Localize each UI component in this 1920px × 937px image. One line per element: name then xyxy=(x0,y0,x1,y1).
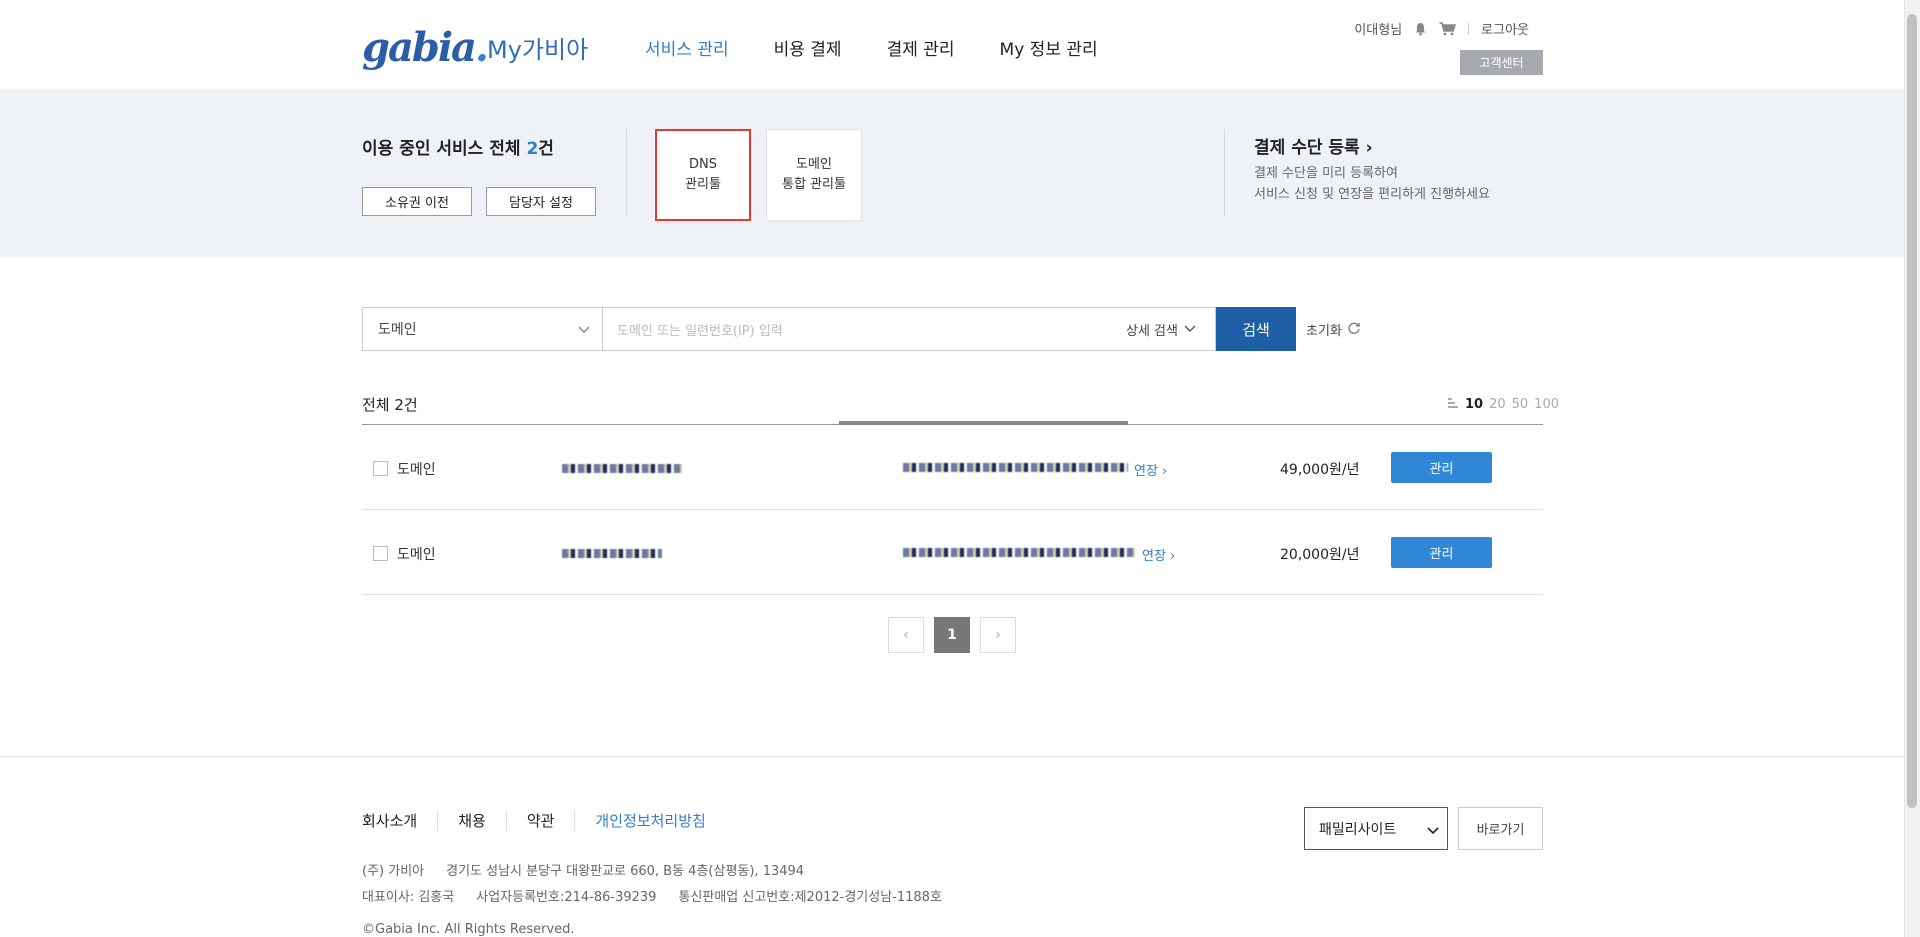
row-service-type: 도메인 xyxy=(397,462,436,478)
service-count-title: 이용 중인 서비스 전체 2건 xyxy=(362,139,554,159)
nav-billing[interactable]: 비용 결제 xyxy=(774,35,842,60)
footer-company-name: (주) 가비아 xyxy=(362,864,425,879)
page-size-50[interactable]: 50 xyxy=(1512,397,1529,412)
footer-business-number: 사업자등록번호:214-86-39239 xyxy=(476,890,657,905)
footer-ceo: 대표이사: 김홍국 xyxy=(362,890,455,905)
next-page-button[interactable]: › xyxy=(980,617,1016,653)
domain-name-redacted[interactable] xyxy=(562,464,682,473)
search-category-value: 도메인 xyxy=(378,322,417,338)
my-gabia-title[interactable]: My가비아 xyxy=(487,30,588,65)
payment-desc-line2: 서비스 신청 및 연장을 편리하게 진행하세요 xyxy=(1254,187,1490,202)
detail-search-toggle[interactable]: 상세 검색 xyxy=(1126,307,1196,351)
customer-center-button[interactable]: 고객센터 xyxy=(1460,50,1543,75)
footer-link-privacy[interactable]: 개인정보처리방침 xyxy=(574,810,725,831)
sort-lines-icon xyxy=(1447,397,1459,412)
nav-my-info[interactable]: My 정보 관리 xyxy=(1000,35,1098,60)
logout-link[interactable]: 로그아웃 xyxy=(1481,19,1529,38)
page-size-10[interactable]: 10 xyxy=(1465,397,1483,412)
domain-tool-card[interactable]: 도메인 통합 관리툴 xyxy=(766,129,862,221)
reset-label: 초기화 xyxy=(1306,324,1342,339)
cart-icon[interactable] xyxy=(1439,21,1457,36)
chevron-down-icon xyxy=(1427,823,1439,839)
footer-divider xyxy=(0,756,1904,757)
dns-tool-card[interactable]: DNS 관리툴 xyxy=(655,129,751,221)
domain-tool-line2: 통합 관리툴 xyxy=(782,177,846,192)
manage-button[interactable]: 관리 xyxy=(1391,452,1492,483)
scrollbar-thumb[interactable] xyxy=(1907,14,1917,808)
renew-link[interactable]: 연장 › xyxy=(1134,460,1167,479)
gabia-logo[interactable]: gabia. xyxy=(362,24,489,71)
site-header: gabia. My가비아 서비스 관리 비용 결제 결제 관리 My 정보 관리… xyxy=(0,0,1904,89)
dns-tool-line1: DNS xyxy=(689,157,717,172)
footer-links: 회사소개 채용 약관 개인정보처리방침 xyxy=(362,810,726,831)
domain-tool-line1: 도메인 xyxy=(796,157,832,172)
footer-link-terms[interactable]: 약관 xyxy=(505,810,575,831)
search-input[interactable]: 도메인 또는 일련번호(IP) 입력 xyxy=(602,307,1216,351)
nav-service-manage[interactable]: 서비스 관리 xyxy=(645,35,729,60)
ownership-transfer-button[interactable]: 소유권 이전 xyxy=(362,187,472,216)
manage-button[interactable]: 관리 xyxy=(1391,537,1492,568)
service-summary-band xyxy=(0,89,1904,257)
payment-description: 결제 수단을 미리 등록하여 서비스 신청 및 연장을 편리하게 진행하세요 xyxy=(1254,163,1490,205)
page-scrollbar[interactable] xyxy=(1904,0,1920,937)
search-category-select[interactable]: 도메인 xyxy=(362,307,602,351)
chevron-right-icon: › xyxy=(1365,138,1373,158)
pagination: ‹ 1 › xyxy=(888,617,1016,653)
copyright-text: ©Gabia Inc. All Rights Reserved. xyxy=(362,922,575,937)
row-divider xyxy=(362,594,1543,595)
expiry-info-redacted xyxy=(903,548,1135,557)
page-size-selector: 10 20 50 100 xyxy=(1447,397,1559,412)
search-placeholder: 도메인 또는 일련번호(IP) 입력 xyxy=(617,323,783,339)
row-checkbox[interactable] xyxy=(373,461,388,476)
family-site-select[interactable]: 패밀리사이트 xyxy=(1304,807,1448,850)
footer-sales-number: 통신판매업 신고번호:제2012-경기성남-1188호 xyxy=(678,890,942,905)
renew-link[interactable]: 연장 › xyxy=(1142,545,1175,564)
family-site-value: 패밀리사이트 xyxy=(1319,821,1397,838)
chevron-down-icon xyxy=(578,322,590,338)
header-util: 이대형님 로그아웃 xyxy=(1354,19,1529,38)
search-button[interactable]: 검색 xyxy=(1216,307,1296,351)
footer-address: 경기도 성남시 분당구 대왕판교로 660, B동 4층(삼평동), 13494 xyxy=(446,864,805,879)
row-price: 20,000원/년 xyxy=(1280,547,1360,563)
user-name[interactable]: 이대형님 xyxy=(1354,19,1402,38)
band-divider-right xyxy=(1224,129,1225,216)
prev-page-button[interactable]: ‹ xyxy=(888,617,924,653)
row-service-type: 도메인 xyxy=(397,547,436,563)
main-nav: 서비스 관리 비용 결제 결제 관리 My 정보 관리 xyxy=(645,35,1098,60)
expiry-info-redacted xyxy=(903,463,1128,472)
reset-button[interactable]: 초기화 xyxy=(1306,320,1361,339)
dns-tool-line2: 관리툴 xyxy=(685,177,721,192)
bell-icon[interactable] xyxy=(1414,22,1427,36)
row-price: 49,000원/년 xyxy=(1280,462,1360,478)
footer-copyright: ©Gabia Inc. All Rights Reserved. xyxy=(362,922,575,937)
page-size-100[interactable]: 100 xyxy=(1534,397,1559,412)
footer-company-info: (주) 가비아 경기도 성남시 분당구 대왕판교로 660, B동 4층(삼평동… xyxy=(362,860,804,879)
domain-name-redacted[interactable] xyxy=(562,549,662,558)
row-checkbox[interactable] xyxy=(373,546,388,561)
payment-desc-line1: 결제 수단을 미리 등록하여 xyxy=(1254,166,1398,181)
footer-link-careers[interactable]: 채용 xyxy=(437,810,506,831)
page-size-20[interactable]: 20 xyxy=(1489,397,1506,412)
footer-registration-info: 대표이사: 김홍국 사업자등록번호:214-86-39239 통신판매업 신고번… xyxy=(362,886,942,905)
family-site-go-button[interactable]: 바로가기 xyxy=(1458,807,1543,850)
chevron-down-icon xyxy=(1184,322,1196,337)
refresh-icon xyxy=(1347,321,1361,339)
table-row: 도메인 연장 › 20,000원/년 관리 xyxy=(362,510,1543,595)
detail-search-label: 상세 검색 xyxy=(1126,323,1178,339)
util-divider xyxy=(1468,22,1470,35)
payment-register-link[interactable]: 결제 수단 등록 › xyxy=(1254,133,1373,158)
footer-link-about[interactable]: 회사소개 xyxy=(362,810,437,831)
table-row: 도메인 연장 › 49,000원/년 관리 xyxy=(362,425,1543,510)
page-number-current[interactable]: 1 xyxy=(934,617,970,653)
band-divider xyxy=(626,129,627,216)
nav-payment-manage[interactable]: 결제 관리 xyxy=(887,35,955,60)
manager-setting-button[interactable]: 담당자 설정 xyxy=(486,187,596,216)
total-count: 전체 2건 xyxy=(362,396,418,414)
